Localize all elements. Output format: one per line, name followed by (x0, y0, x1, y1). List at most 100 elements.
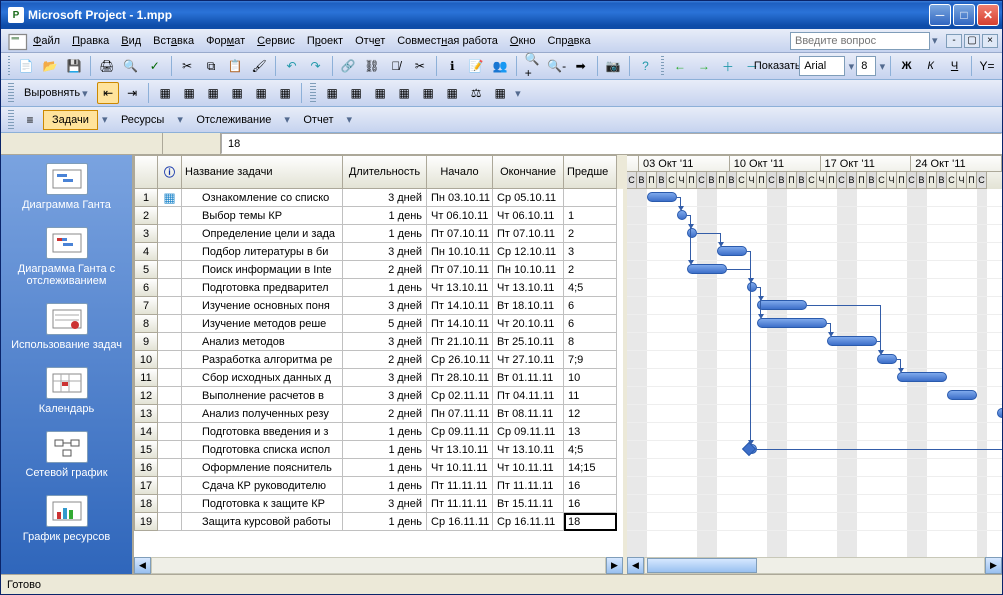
italic-button[interactable]: К (920, 55, 942, 77)
tool-icon[interactable]: ▦ (441, 82, 463, 104)
col-finish[interactable]: Окончание (493, 155, 564, 189)
gantt-bar[interactable] (947, 390, 977, 400)
gantt-row[interactable] (627, 261, 1002, 279)
timescale-week[interactable]: 10 Окт '11 (730, 155, 821, 172)
goto-selected-button[interactable]: ➡ (570, 55, 592, 77)
timescale-day[interactable]: П (757, 172, 767, 189)
gantt-row[interactable] (627, 243, 1002, 261)
gantt-row[interactable] (627, 513, 1002, 531)
timescale-day[interactable]: В (937, 172, 947, 189)
timescale-day[interactable]: В (727, 172, 737, 189)
cell-info[interactable] (158, 297, 182, 315)
mdi-restore-button[interactable]: ▢ (964, 34, 980, 48)
cell-start[interactable]: Пт 14.10.11 (427, 315, 493, 333)
cell-finish[interactable]: Чт 06.10.11 (493, 207, 564, 225)
undo-button[interactable]: ↶ (281, 55, 303, 77)
timescale-day[interactable]: В (777, 172, 787, 189)
cell-duration[interactable]: 3 дней (343, 387, 427, 405)
cell-predecessors[interactable]: 6 (564, 297, 617, 315)
outdent-button[interactable]: ⇤ (97, 82, 119, 104)
titlebar[interactable]: P Microsoft Project - 1.mpp ─ □ ✕ (1, 1, 1002, 29)
cell-finish[interactable]: Вт 08.11.11 (493, 405, 564, 423)
cell-start[interactable]: Пт 28.10.11 (427, 369, 493, 387)
corner-header[interactable] (134, 155, 158, 189)
sidebar-item[interactable]: Сетевой график (1, 423, 132, 487)
cell-finish[interactable]: Вт 25.10.11 (493, 333, 564, 351)
cell-name[interactable]: Поиск информации в Inte (182, 261, 343, 279)
cell-predecessors[interactable]: 7;9 (564, 351, 617, 369)
indent-button[interactable]: ⇥ (121, 82, 143, 104)
cell-predecessors[interactable]: 16 (564, 477, 617, 495)
tab-tracking[interactable]: Отслеживание (187, 110, 280, 130)
cell-start[interactable]: Пн 07.11.11 (427, 405, 493, 423)
gantt-bar[interactable] (897, 372, 947, 382)
row-header[interactable]: 2 (134, 207, 158, 225)
table-row[interactable]: 15 Подготовка списка испол 1 день Чт 13.… (134, 441, 623, 459)
tool-icon[interactable]: ▦ (417, 82, 439, 104)
split-task-button[interactable]: ✂ (409, 55, 431, 77)
menu-file[interactable]: Файл (27, 32, 66, 50)
table-row[interactable]: 18 Подготовка к защите КР 3 дней Пт 11.1… (134, 495, 623, 513)
font-size-combo[interactable]: 8 (856, 56, 875, 76)
gantt-bar[interactable] (827, 336, 877, 346)
timescale-day[interactable]: П (717, 172, 727, 189)
timescale-day[interactable]: В (637, 172, 647, 189)
cell-duration[interactable]: 1 день (343, 513, 427, 531)
table-row[interactable]: 10 Разработка алгоритма ре 2 дней Ср 26.… (134, 351, 623, 369)
tool-icon[interactable]: ▦ (250, 82, 272, 104)
timescale-week[interactable]: 24 Окт '11 (911, 155, 1002, 172)
cell-start[interactable]: Пт 14.10.11 (427, 297, 493, 315)
cell-name[interactable]: Подбор литературы в би (182, 243, 343, 261)
cell-name[interactable]: Сбор исходных данных д (182, 369, 343, 387)
cell-duration[interactable]: 3 дней (343, 495, 427, 513)
scroll-right-button[interactable]: ▶ (985, 557, 1002, 574)
cell-name[interactable]: Разработка алгоритма ре (182, 351, 343, 369)
cell-info[interactable] (158, 423, 182, 441)
scroll-right-button[interactable]: ▶ (606, 557, 623, 574)
tab-resources[interactable]: Ресурсы (112, 110, 173, 130)
gantt-row[interactable] (627, 333, 1002, 351)
table-row[interactable]: 1 ▦ Ознакомление со списко 3 дней Пн 03.… (134, 189, 623, 207)
timescale-day[interactable]: П (787, 172, 797, 189)
timescale-day[interactable]: В (867, 172, 877, 189)
col-start[interactable]: Начало (427, 155, 493, 189)
row-header[interactable]: 12 (134, 387, 158, 405)
unlink-tasks-button[interactable]: ⛓̸ (385, 55, 407, 77)
cell-duration[interactable]: 2 дней (343, 351, 427, 369)
sidebar-item[interactable]: График ресурсов (1, 487, 132, 551)
cell-finish[interactable]: Ср 16.11.11 (493, 513, 564, 531)
tool-icon[interactable]: ▦ (202, 82, 224, 104)
cell-info[interactable] (158, 369, 182, 387)
cell-start[interactable]: Чт 10.11.11 (427, 459, 493, 477)
gantt-bar[interactable] (687, 264, 727, 274)
row-header[interactable]: 5 (134, 261, 158, 279)
toolbar-grip[interactable] (661, 56, 663, 76)
gantt-bar[interactable] (687, 228, 697, 238)
cell-duration[interactable]: 3 дней (343, 369, 427, 387)
gantt-row[interactable] (627, 369, 1002, 387)
cell-start[interactable]: Пт 11.11.11 (427, 495, 493, 513)
cell-start[interactable]: Чт 13.10.11 (427, 279, 493, 297)
toolbar-grip[interactable] (8, 110, 14, 130)
cell-name[interactable]: Сдача КР руководителю (182, 477, 343, 495)
cell-info[interactable] (158, 315, 182, 333)
table-row[interactable]: 3 Определение цели и зада 1 день Пт 07.1… (134, 225, 623, 243)
cell-start[interactable]: Пт 21.10.11 (427, 333, 493, 351)
assign-resources-button[interactable]: 👥 (489, 55, 511, 77)
new-button[interactable]: 📄 (15, 55, 37, 77)
cell-info[interactable] (158, 225, 182, 243)
table-row[interactable]: 14 Подготовка введения и з 1 день Ср 09.… (134, 423, 623, 441)
timescale-day[interactable]: С (947, 172, 957, 189)
cell-info[interactable] (158, 495, 182, 513)
nav-back-button[interactable]: ← (669, 55, 691, 77)
tool-icon[interactable]: ▦ (321, 82, 343, 104)
underline-button[interactable]: Ч (944, 55, 966, 77)
zoom-in-button[interactable]: 🔍+ (522, 55, 544, 77)
task-info-button[interactable]: ℹ (441, 55, 463, 77)
gantt-bar[interactable] (677, 210, 687, 220)
cell-name[interactable]: Подготовка к защите КР (182, 495, 343, 513)
cell-info[interactable] (158, 279, 182, 297)
minimize-button[interactable]: ─ (929, 4, 951, 26)
cell-predecessors[interactable]: 14;15 (564, 459, 617, 477)
spellcheck-button[interactable]: ✓ (144, 55, 166, 77)
